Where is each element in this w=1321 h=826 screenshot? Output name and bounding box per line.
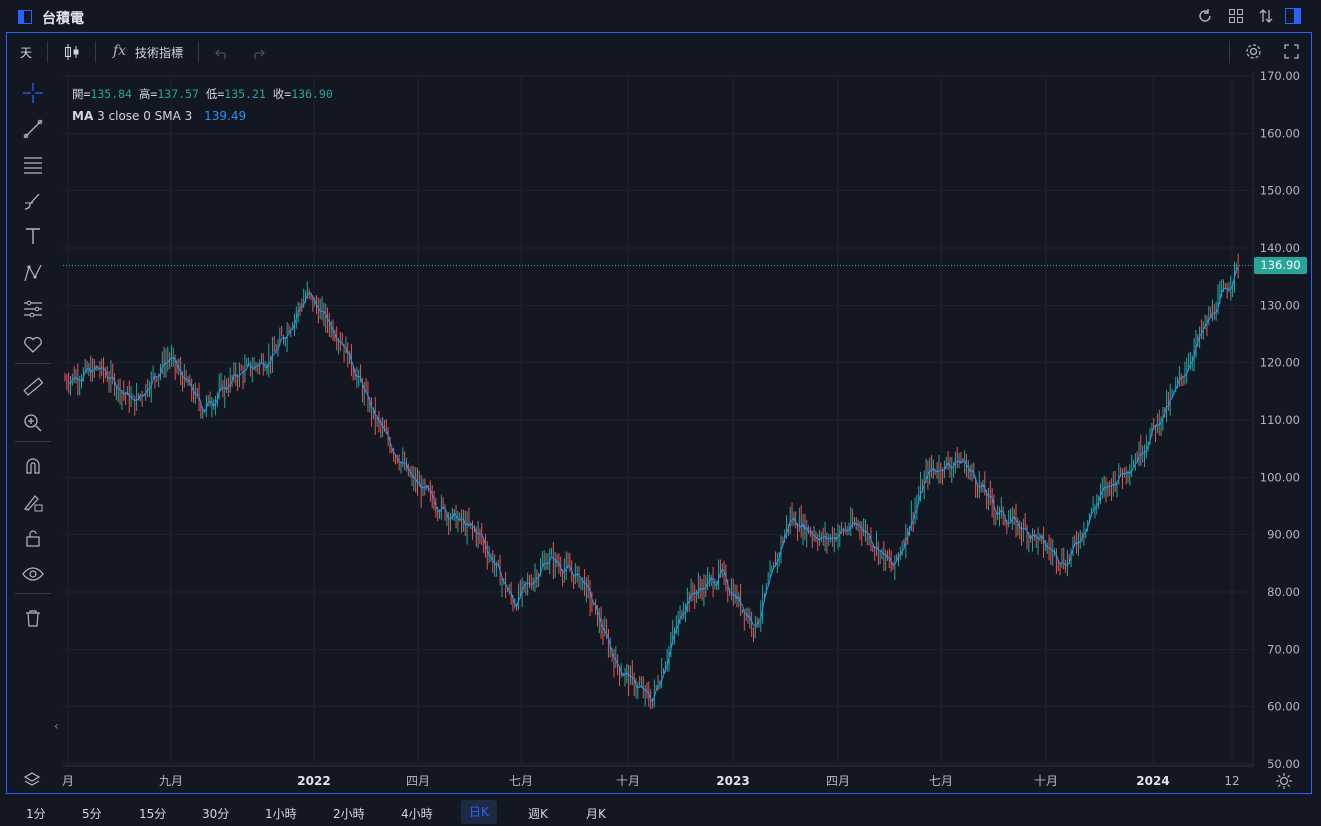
timeframe-30m[interactable]: 30分 bbox=[202, 805, 229, 822]
chart-frame bbox=[6, 32, 1312, 794]
timeframe-2h[interactable]: 2小時 bbox=[333, 805, 365, 822]
ma-value: 139.49 bbox=[204, 109, 247, 123]
magnet-icon[interactable] bbox=[24, 457, 42, 479]
collapse-chevron-icon[interactable]: ‹ bbox=[54, 719, 59, 733]
timeframe-monthly[interactable]: 月K bbox=[586, 805, 606, 822]
heart-icon[interactable] bbox=[23, 335, 43, 359]
pattern-tool-icon[interactable] bbox=[23, 263, 43, 287]
low-value: 135.21 bbox=[224, 87, 266, 101]
settings-gear-icon[interactable] bbox=[1245, 43, 1262, 64]
eye-icon[interactable] bbox=[22, 566, 44, 586]
crosshair-icon[interactable] bbox=[23, 83, 43, 107]
fullscreen-icon[interactable] bbox=[1284, 44, 1299, 63]
open-value: 135.84 bbox=[90, 87, 132, 101]
timeframe-bar: 1分 5分 15分 30分 1小時 2小時 4小時 日K 週K 月K bbox=[0, 797, 1321, 826]
ohlc-legend: 開=135.84 高=137.57 低=135.21 收=136.90 bbox=[72, 86, 333, 102]
title-bar: 台積電 bbox=[0, 0, 1321, 32]
interval-button[interactable]: 天 bbox=[20, 44, 32, 61]
brush-icon[interactable] bbox=[23, 191, 43, 215]
horizontal-lines-icon[interactable] bbox=[23, 155, 43, 179]
timeframe-daily[interactable]: 日K bbox=[461, 800, 497, 824]
timeframe-15m[interactable]: 15分 bbox=[139, 805, 166, 822]
projection-tool-icon[interactable] bbox=[23, 299, 43, 323]
panel-toggle-icon[interactable] bbox=[18, 9, 32, 24]
sort-arrows-icon[interactable] bbox=[1258, 8, 1274, 28]
layers-icon[interactable] bbox=[23, 771, 41, 793]
candlestick-type-icon[interactable] bbox=[64, 43, 80, 65]
drawing-toolbar: ‹ bbox=[7, 71, 59, 793]
symbol-title: 台積電 bbox=[42, 11, 84, 27]
high-value: 137.57 bbox=[157, 87, 199, 101]
trash-icon[interactable] bbox=[24, 609, 42, 631]
text-tool-icon[interactable] bbox=[24, 227, 42, 249]
chart-toolbar: 天 𝑓x 技術指標 bbox=[7, 33, 1311, 71]
timeframe-4h[interactable]: 4小時 bbox=[401, 805, 433, 822]
ma-params: 3 close 0 SMA 3 bbox=[97, 109, 193, 123]
indicators-button[interactable]: 技術指標 bbox=[135, 44, 183, 61]
last-price-badge: 136.90 bbox=[1254, 257, 1307, 274]
lock-drawing-icon[interactable] bbox=[23, 493, 43, 517]
ruler-icon[interactable] bbox=[23, 377, 44, 401]
ma-legend[interactable]: MA 3 close 0 SMA 3 139.49 bbox=[72, 109, 246, 123]
open-label: 開= bbox=[72, 87, 91, 101]
trend-line-icon[interactable] bbox=[23, 119, 43, 143]
timeframe-5m[interactable]: 5分 bbox=[82, 805, 102, 822]
low-label: 低= bbox=[205, 87, 225, 101]
settings-sun-icon[interactable] bbox=[1276, 773, 1292, 793]
unlock-icon[interactable] bbox=[24, 529, 42, 551]
refresh-icon[interactable] bbox=[1197, 8, 1213, 28]
timeframe-1m[interactable]: 1分 bbox=[26, 805, 46, 822]
close-value: 136.90 bbox=[291, 87, 333, 101]
zoom-in-icon[interactable] bbox=[23, 413, 43, 437]
sidebar-panel-icon[interactable] bbox=[1285, 8, 1301, 28]
ma-name: MA bbox=[72, 109, 94, 123]
undo-icon[interactable] bbox=[215, 45, 229, 64]
layout-grid-icon[interactable] bbox=[1228, 8, 1244, 28]
high-label: 高= bbox=[138, 87, 158, 101]
timeframe-1h[interactable]: 1小時 bbox=[265, 805, 297, 822]
fx-indicator-icon[interactable]: 𝑓x bbox=[113, 43, 126, 59]
redo-icon[interactable] bbox=[251, 45, 265, 64]
close-label: 收= bbox=[272, 87, 292, 101]
timeframe-weekly[interactable]: 週K bbox=[528, 805, 548, 822]
